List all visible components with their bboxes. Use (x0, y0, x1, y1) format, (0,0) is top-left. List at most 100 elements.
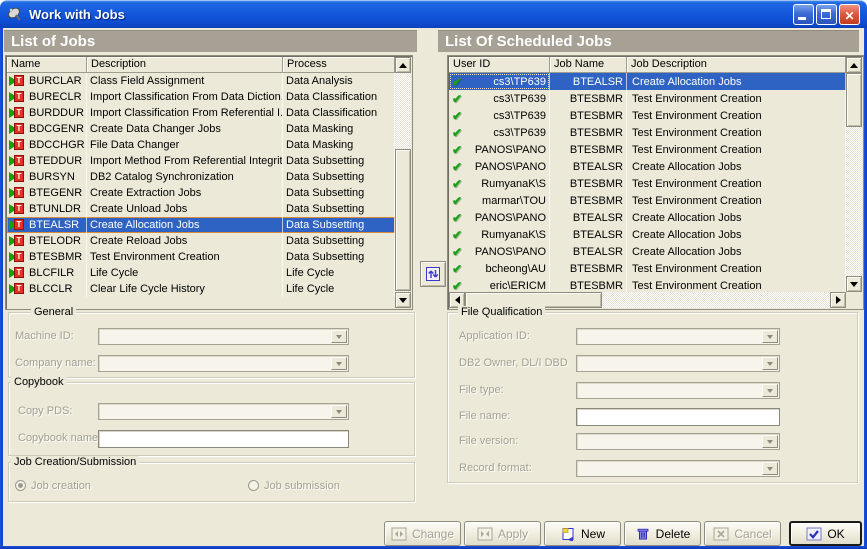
job-process-cell: Data Classification (283, 105, 395, 121)
job-row[interactable]: T BLCCLR Clear Life Cycle History Life C… (7, 281, 395, 297)
job-type-icon: T (9, 219, 26, 231)
scheduled-job-row[interactable]: ✔ cs3\TP639 BTEALSR Create Allocation Jo… (449, 73, 846, 90)
scrollbar-thumb[interactable] (395, 149, 411, 291)
job-name-cell: T BTEALSR (7, 217, 87, 233)
job-name-cell: BTESBMR (550, 260, 627, 277)
scroll-up-button[interactable] (395, 57, 411, 73)
job-process-cell: Data Subsetting (283, 169, 395, 185)
scheduled-jobs-list: User ID Job Name Job Description ✔ cs3\T… (447, 55, 864, 310)
refresh-schedule-button[interactable] (420, 261, 446, 287)
job-row[interactable]: T BLCFILR Life Cycle Life Cycle (7, 265, 395, 281)
scheduled-job-row[interactable]: ✔ PANOS\PANO BTEALSR Create Allocation J… (449, 243, 846, 260)
job-row[interactable]: T BDCGENR Create Data Changer Jobs Data … (7, 121, 395, 137)
job-row[interactable]: T BTUNLDR Create Unload Jobs Data Subset… (7, 201, 395, 217)
user-id-cell: ✔ PANOS\PANO (449, 243, 550, 260)
job-row[interactable]: T BTEGENR Create Extraction Jobs Data Su… (7, 185, 395, 201)
job-row[interactable]: T BURCLAR Class Field Assignment Data An… (7, 73, 395, 89)
file-qualification-legend: File Qualification (458, 306, 545, 318)
job-row[interactable]: T BDCCHGR File Data Changer Data Masking (7, 137, 395, 153)
delete-icon (635, 527, 651, 541)
job-description-cell: Create Extraction Jobs (87, 185, 283, 201)
record-format-combo (576, 460, 780, 477)
job-row[interactable]: T BURDDUR Import Classification From Ref… (7, 105, 395, 121)
company-name-combo (98, 355, 349, 372)
new-button[interactable]: New (544, 521, 621, 546)
table-letter-icon: T (14, 139, 24, 150)
job-type-icon: T (9, 139, 26, 151)
change-icon (391, 527, 407, 541)
job-process-cell: Data Subsetting (283, 249, 395, 265)
list-of-jobs-header: List of Jobs (4, 30, 417, 52)
close-button[interactable] (839, 4, 860, 25)
scrollbar-thumb[interactable] (846, 73, 862, 127)
minimize-button[interactable] (793, 4, 814, 25)
column-header-user-id[interactable]: User ID (449, 57, 550, 73)
file-type-label: File type: (459, 384, 504, 396)
job-creation-group: Job Creation/Submission Job creation Job… (8, 462, 415, 502)
scheduled-jobs-column-headers: User ID Job Name Job Description (449, 57, 846, 73)
job-row[interactable]: T BTEALSR Create Allocation Jobs Data Su… (7, 217, 395, 233)
chevron-down-icon (331, 357, 347, 370)
user-id-cell: ✔ PANOS\PANO (449, 141, 550, 158)
scroll-down-button[interactable] (395, 292, 411, 308)
scroll-right-button[interactable] (830, 292, 846, 308)
ok-button[interactable]: OK (789, 521, 862, 546)
table-letter-icon: T (14, 219, 24, 230)
job-type-icon: T (9, 107, 26, 119)
copybook-name-input[interactable] (98, 430, 349, 448)
column-header-description[interactable]: Description (87, 57, 283, 73)
scheduled-job-row[interactable]: ✔ PANOS\PANO BTESBMR Test Environment Cr… (449, 141, 846, 158)
maximize-button[interactable] (816, 4, 837, 25)
machine-id-combo (98, 328, 349, 345)
job-type-icon: T (9, 171, 26, 183)
cancel-button-label: Cancel (734, 527, 771, 541)
scheduled-job-row[interactable]: ✔ cs3\TP639 BTESBMR Test Environment Cre… (449, 107, 846, 124)
scheduled-vertical-scrollbar (846, 57, 862, 292)
scroll-down-button[interactable] (846, 276, 862, 292)
job-row[interactable]: T BTESBMR Test Environment Creation Data… (7, 249, 395, 265)
job-name-cell: BTESBMR (550, 175, 627, 192)
ok-icon (806, 527, 822, 541)
column-header-process[interactable]: Process (283, 57, 395, 73)
scheduled-job-row[interactable]: ✔ PANOS\PANO BTEALSR Create Allocation J… (449, 158, 846, 175)
application-id-label: Application ID: (459, 330, 530, 342)
scheduled-job-row[interactable]: ✔ cs3\TP639 BTESBMR Test Environment Cre… (449, 124, 846, 141)
scroll-up-button[interactable] (846, 57, 862, 73)
job-name-cell: T BDCGENR (7, 121, 87, 137)
scheduled-job-row[interactable]: ✔ cs3\TP639 BTESBMR Test Environment Cre… (449, 90, 846, 107)
job-row[interactable]: T BTEDDUR Import Method From Referential… (7, 153, 395, 169)
job-row[interactable]: T BTELODR Create Reload Jobs Data Subset… (7, 233, 395, 249)
scheduled-job-row[interactable]: ✔ RumyanaK\S BTESBMR Test Environment Cr… (449, 175, 846, 192)
scheduled-job-row[interactable]: ✔ PANOS\PANO BTEALSR Create Allocation J… (449, 209, 846, 226)
job-name-cell: T BURCLAR (7, 73, 87, 89)
scheduled-job-row[interactable]: ✔ eric\ERICM BTESBMR Test Environment Cr… (449, 277, 846, 292)
job-description-cell: Test Environment Creation (627, 141, 846, 158)
job-type-icon: T (9, 187, 26, 199)
job-name-cell: T BTEGENR (7, 185, 87, 201)
file-name-input[interactable] (576, 408, 780, 426)
job-description-cell: Create Allocation Jobs (627, 209, 846, 226)
file-qualification-group: File Qualification Application ID: DB2 O… (447, 312, 858, 483)
job-name-cell: T BURDDUR (7, 105, 87, 121)
scheduled-job-row[interactable]: ✔ marmar\TOU BTESBMR Test Environment Cr… (449, 192, 846, 209)
delete-button[interactable]: Delete (624, 521, 701, 546)
company-name-label: Company name: (15, 357, 96, 369)
job-row[interactable]: T BURECLR Import Classification From Dat… (7, 89, 395, 105)
general-group: General Machine ID: Company name: (8, 312, 415, 378)
table-letter-icon: T (14, 171, 24, 182)
column-header-job-name[interactable]: Job Name (550, 57, 627, 73)
job-description-cell: File Data Changer (87, 137, 283, 153)
column-header-job-description[interactable]: Job Description (627, 57, 846, 73)
scheduled-job-row[interactable]: ✔ bcheong\AU BTESBMR Test Environment Cr… (449, 260, 846, 277)
job-description-cell: Life Cycle (87, 265, 283, 281)
check-icon: ✔ (452, 75, 462, 89)
window-border-left (0, 27, 3, 549)
scheduled-job-row[interactable]: ✔ RumyanaK\S BTEALSR Create Allocation J… (449, 226, 846, 243)
left-arrow-icon (455, 296, 460, 304)
copybook-legend: Copybook (11, 376, 67, 388)
job-row[interactable]: T BURSYN DB2 Catalog Synchronization Dat… (7, 169, 395, 185)
job-name-cell: T BLCFILR (7, 265, 87, 281)
column-header-name[interactable]: Name (7, 57, 87, 73)
job-process-cell: Data Subsetting (283, 233, 395, 249)
job-name-cell: BTESBMR (550, 124, 627, 141)
